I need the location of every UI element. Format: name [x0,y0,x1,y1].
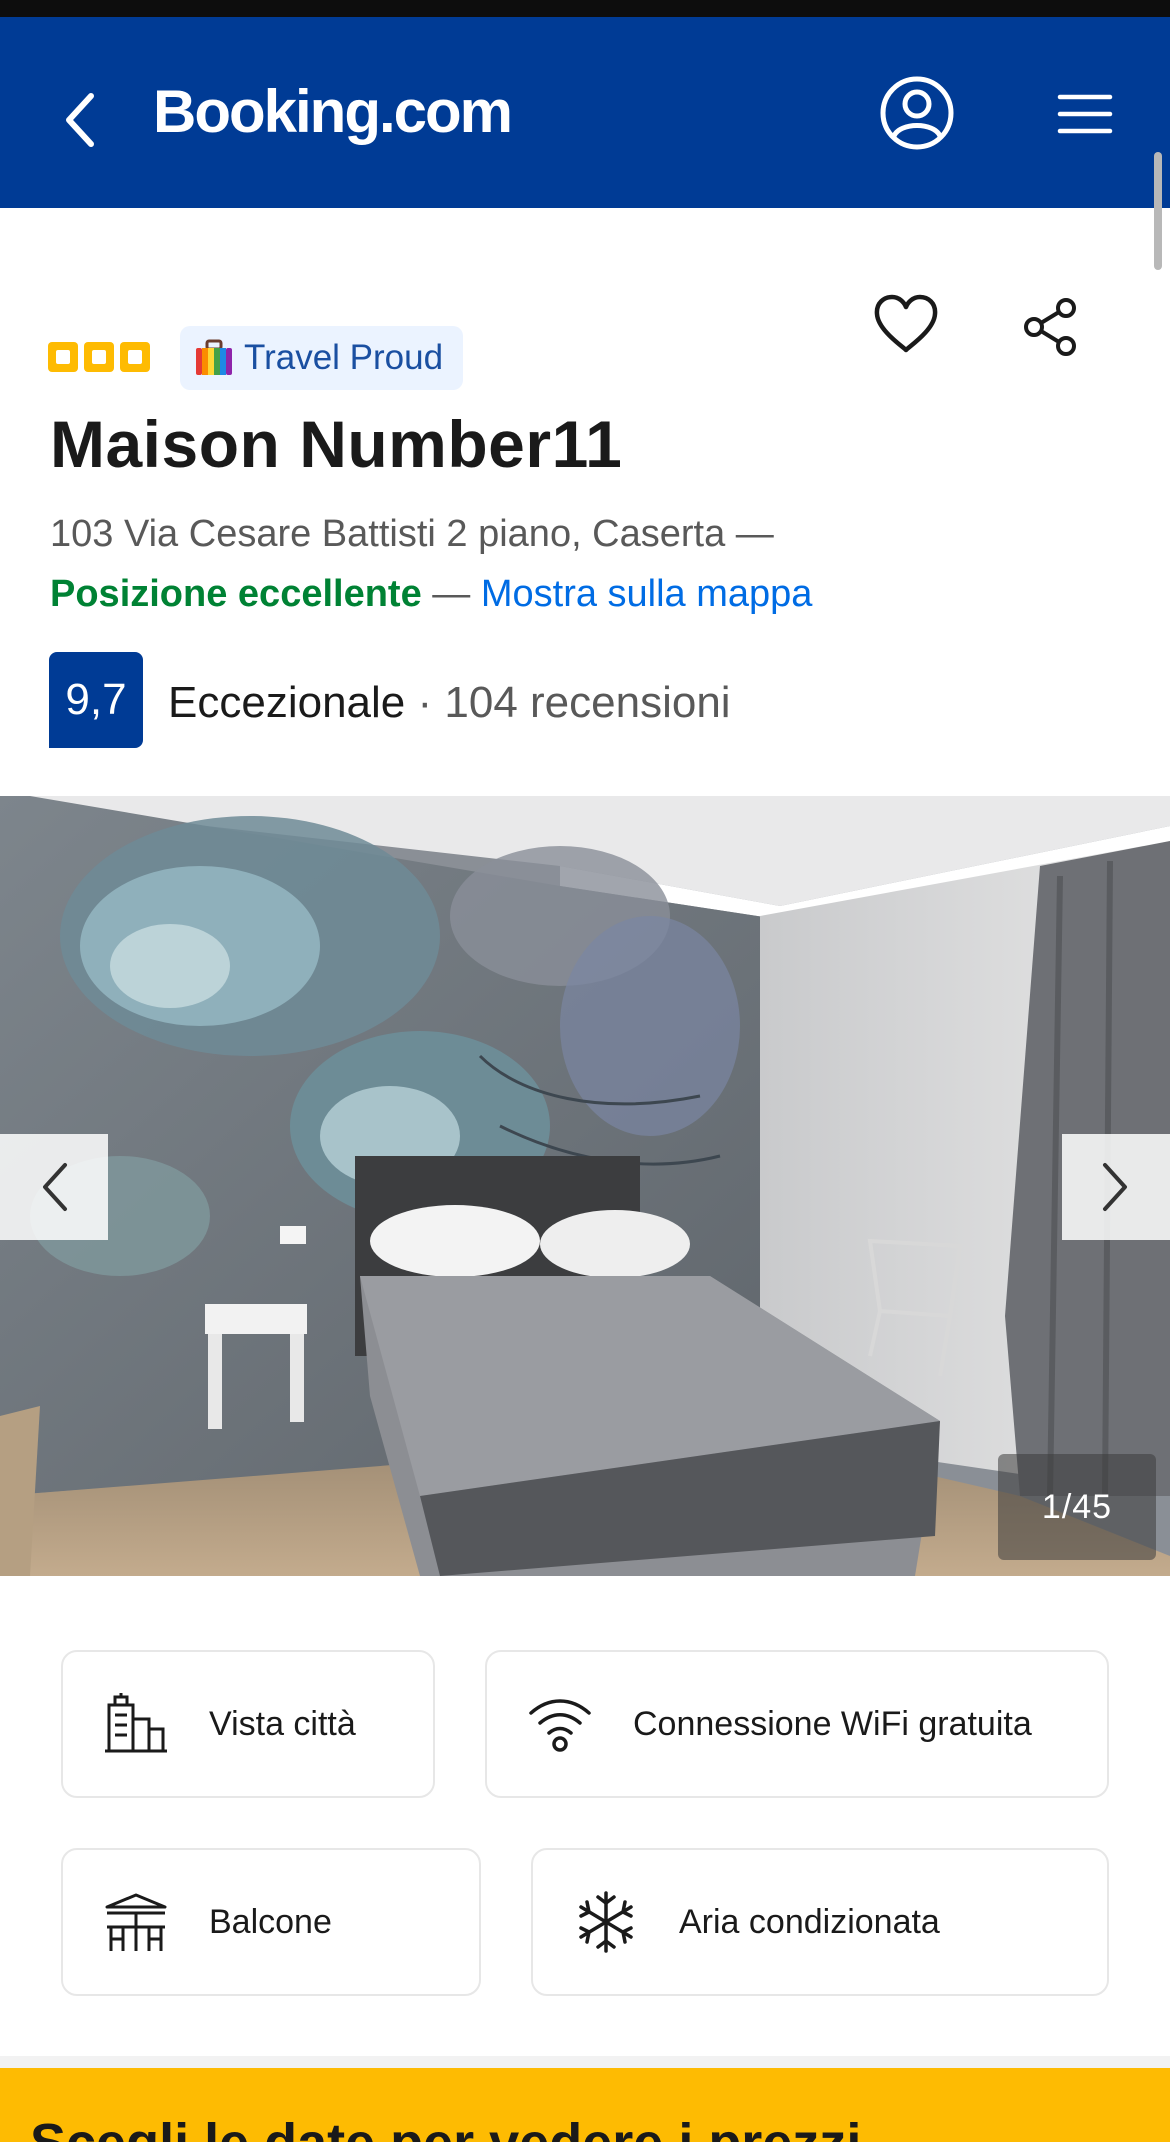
heart-icon [874,294,938,353]
review-score-badge[interactable]: 9,7 [49,652,143,748]
location-separator: — [421,573,481,615]
select-dates-banner[interactable]: Scegli le date per vedere i prezzi [0,2068,1170,2142]
chevron-left-icon [43,1163,67,1211]
main-menu-button[interactable] [1056,89,1114,139]
facility-label: Balcone [209,1902,332,1941]
star-rating-square [84,342,114,372]
star-rating-square [48,342,78,372]
chevron-left-icon [66,93,94,147]
facility-city-view[interactable]: Vista città [61,1650,435,1798]
top-navigation-bar: Booking.com [0,17,1170,208]
review-summary[interactable]: Eccezionale · 104 recensioni [168,678,731,728]
wifi-icon [529,1699,591,1752]
facility-balcony[interactable]: Balcone [61,1848,481,1996]
balcony-icon [105,1893,167,1951]
select-dates-text: Scegli le date per vedere i prezzi [30,2112,861,2142]
star-rating [48,342,150,372]
hamburger-menu-icon [1057,94,1113,134]
gallery-next-button[interactable] [1062,1134,1170,1240]
city-view-icon [105,1693,167,1753]
star-rating-square [120,342,150,372]
snowflake-icon [579,1891,633,1953]
rainbow-suitcase-icon [196,339,232,375]
chevron-right-icon [1103,1163,1127,1211]
status-bar-strip [0,0,1170,17]
review-count: 104 recensioni [444,678,731,727]
show-on-map-link[interactable]: Mostra sulla mappa [481,573,813,615]
page-scrollbar[interactable] [1154,152,1162,270]
property-address: 103 Via Cesare Battisti 2 piano, Caserta… [50,513,774,555]
facility-air-conditioning[interactable]: Aria condizionata [531,1848,1109,1996]
gallery-photo-counter: 1/45 [998,1454,1156,1560]
back-button[interactable] [52,85,108,155]
facility-label: Connessione WiFi gratuita [633,1704,1032,1743]
room-photo [0,796,1170,1576]
review-separator: · [405,678,445,727]
facility-label: Vista città [209,1704,356,1743]
gallery-previous-button[interactable] [0,1134,108,1240]
review-score-word: Eccezionale [168,678,406,727]
section-divider [0,2056,1170,2068]
property-title: Maison Number11 [50,407,623,481]
travel-proud-label: Travel Proud [244,338,444,377]
save-favorite-button[interactable] [872,292,940,356]
location-rating: Posizione eccellente [50,573,422,615]
travel-proud-badge[interactable]: Travel Proud [180,326,464,390]
facility-label: Aria condizionata [679,1902,940,1941]
account-icon [880,76,954,150]
booking-logo[interactable]: Booking.com [153,77,513,146]
photo-gallery[interactable]: 1/45 [0,796,1170,1576]
location-line: Posizione eccellente — Mostra sulla mapp… [50,573,812,616]
account-button[interactable] [878,74,956,152]
facility-free-wifi[interactable]: Connessione WiFi gratuita [485,1650,1109,1798]
share-icon [1024,298,1076,356]
share-button[interactable] [1020,296,1082,358]
